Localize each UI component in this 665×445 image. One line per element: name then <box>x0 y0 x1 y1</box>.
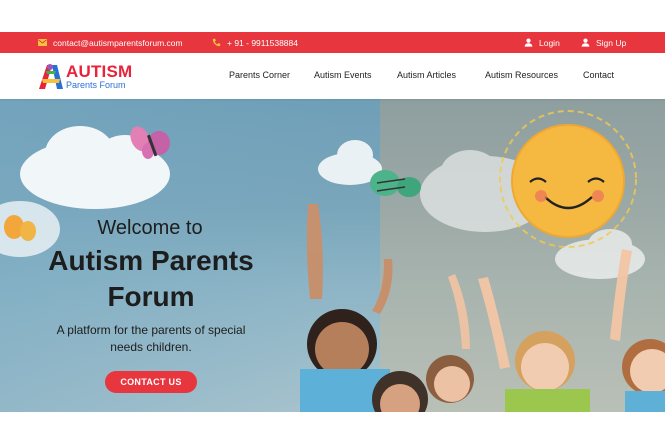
nav-contact[interactable]: Contact <box>583 70 614 80</box>
login-link[interactable]: Login <box>524 38 560 48</box>
email-link[interactable]: contact@autismparentsforum.com <box>38 38 183 48</box>
logo-title: AUTISM <box>66 62 133 81</box>
contact-us-button[interactable]: CONTACT US <box>105 371 197 393</box>
logo-subtitle: Parents Forum <box>66 80 126 90</box>
hero-welcome: Welcome to <box>97 217 203 239</box>
top-contact-bar: contact@autismparentsforum.com + 91 - 99… <box>0 32 665 53</box>
sun-icon <box>499 110 637 248</box>
user-icon <box>524 38 533 47</box>
hero-subtitle-line2: needs children. <box>110 340 192 354</box>
nav-autism-resources[interactable]: Autism Resources <box>485 70 558 80</box>
site-header: AUTISM Parents Forum Parents Corner Auti… <box>0 53 665 99</box>
site-logo[interactable]: AUTISM Parents Forum <box>37 62 137 92</box>
page-bottom-area <box>0 412 665 445</box>
nav-autism-events[interactable]: Autism Events <box>314 70 372 80</box>
phone-icon <box>212 38 221 47</box>
email-text: contact@autismparentsforum.com <box>53 37 183 48</box>
hero-subtitle-line1: A platform for the parents of special <box>56 323 246 337</box>
nav-parents-corner[interactable]: Parents Corner <box>229 70 290 80</box>
page: contact@autismparentsforum.com + 91 - 99… <box>0 0 665 445</box>
phone-link[interactable]: + 91 - 9911538884 <box>212 38 298 48</box>
butterfly-icon <box>370 170 421 197</box>
nav-autism-articles[interactable]: Autism Articles <box>397 70 456 80</box>
login-label: Login <box>539 37 560 48</box>
user-icon <box>581 38 590 47</box>
phone-text: + 91 - 9911538884 <box>227 37 298 48</box>
hero-banner: Welcome to Autism Parents Forum A platfo… <box>0 99 665 412</box>
hero-title-line2: Forum <box>107 281 195 312</box>
signup-label: Sign Up <box>596 37 627 48</box>
logo-mark-icon <box>39 64 63 89</box>
signup-link[interactable]: Sign Up <box>581 38 626 48</box>
hero-title-line1: Autism Parents <box>48 245 254 276</box>
mail-icon <box>38 39 47 46</box>
